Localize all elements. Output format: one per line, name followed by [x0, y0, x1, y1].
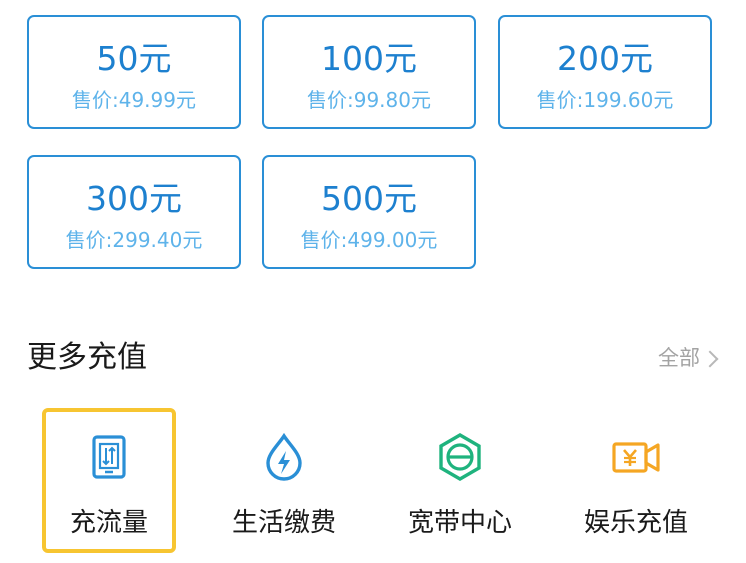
service-label: 生活缴费 [231, 508, 336, 538]
recharge-card-500[interactable]: 500元 售价:499.00元 [262, 155, 476, 269]
broadband-e-icon [439, 433, 481, 481]
phone-data-icon [92, 435, 126, 479]
service-entertainment[interactable]: 娱乐充值 [571, 410, 701, 554]
recharge-amount: 200元 [557, 39, 653, 78]
service-life-payment[interactable]: 生活缴费 [219, 410, 349, 554]
view-all-link[interactable]: 全部 [658, 343, 719, 373]
service-broadband[interactable]: 宽带中心 [395, 410, 525, 554]
recharge-price: 售价:199.60元 [536, 88, 674, 112]
more-recharge-title: 更多充值 [27, 340, 147, 375]
recharge-card-300[interactable]: 300元 售价:299.40元 [27, 155, 241, 269]
service-label: 娱乐充值 [583, 508, 688, 538]
chevron-right-icon [701, 350, 719, 367]
water-lightning-icon [266, 432, 302, 481]
recharge-amount: 100元 [321, 39, 417, 78]
service-label: 宽带中心 [407, 508, 512, 538]
recharge-amount: 50元 [96, 39, 172, 78]
recharge-price: 售价:49.99元 [72, 88, 196, 112]
recharge-amount: 300元 [86, 179, 182, 218]
recharge-price: 售价:99.80元 [307, 88, 431, 112]
recharge-price: 售价:299.40元 [65, 228, 203, 252]
video-yen-icon [612, 442, 660, 473]
service-label: 充流量 [69, 508, 148, 538]
view-all-label: 全部 [658, 346, 700, 370]
recharge-card-200[interactable]: 200元 售价:199.60元 [498, 15, 712, 129]
recharge-card-50[interactable]: 50元 售价:49.99元 [27, 15, 241, 129]
recharge-price: 售价:499.00元 [300, 228, 438, 252]
service-data-recharge[interactable]: 充流量 [44, 410, 174, 554]
recharge-amount: 500元 [321, 179, 417, 218]
recharge-card-100[interactable]: 100元 售价:99.80元 [262, 15, 476, 129]
